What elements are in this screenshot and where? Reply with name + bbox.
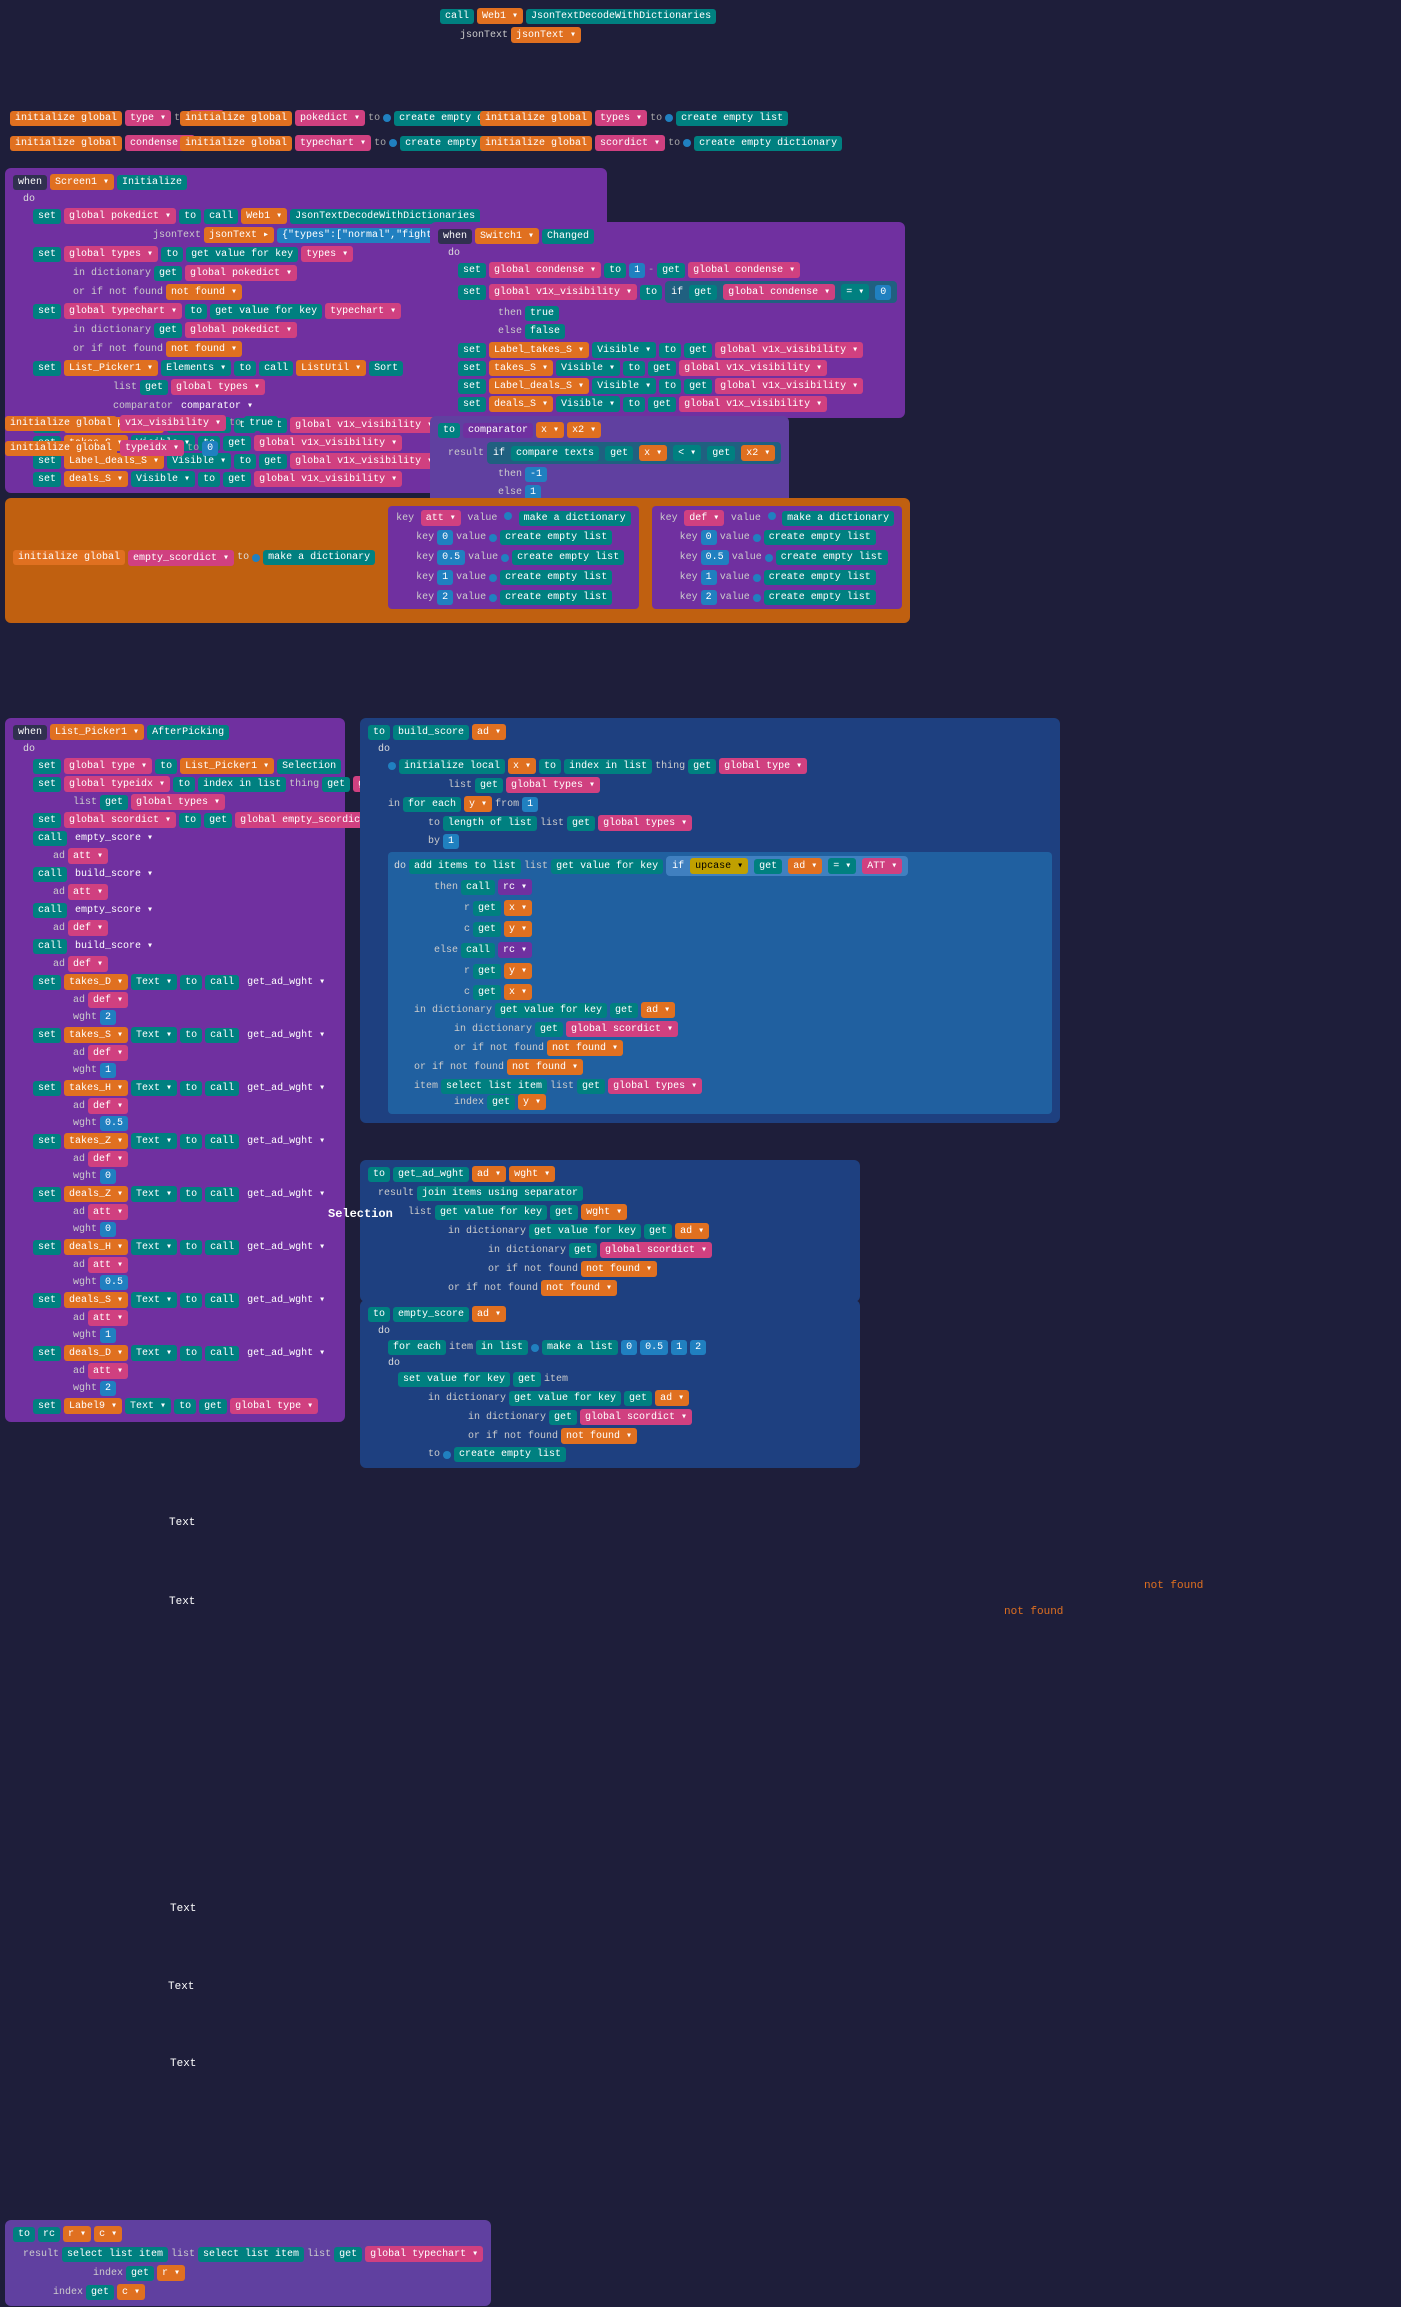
when-listpicker-block: when List_Picker1 ▾ AfterPicking do set … xyxy=(5,718,345,1422)
top-call-block: call Web1 ▾ JsonTextDecodeWithDictionari… xyxy=(440,8,716,43)
call-label: call xyxy=(440,9,474,24)
empty-scordict-block: initialize global empty_scordict ▾ to ma… xyxy=(5,498,910,623)
text-label-4: Text xyxy=(168,1981,194,1993)
method-label: JsonTextDecodeWithDictionaries xyxy=(526,9,716,24)
typechart-var: typechart ▾ xyxy=(295,135,371,151)
not-found-3: not found ▾ xyxy=(547,1040,623,1056)
init-global-scordict: initialize global scordict ▾ to create e… xyxy=(480,135,842,151)
type-var: type ▾ xyxy=(125,110,171,126)
text-label-3: Text xyxy=(169,1596,195,1608)
empty-score-fn-block: to empty_score ad ▾ do for each item in … xyxy=(360,1300,860,1468)
comparator-fn-block: to comparator x ▾ x2 ▾ result if compare… xyxy=(430,416,789,506)
selection-label: Selection xyxy=(328,1207,393,1221)
not-found-5: not found ▾ xyxy=(581,1261,657,1277)
create-empty-dict-2: create empty dictionary xyxy=(694,136,842,151)
init-global-label-condense: initialize global xyxy=(10,136,122,151)
canvas: call Web1 ▾ JsonTextDecodeWithDictionari… xyxy=(0,0,1401,2307)
init-global-label-type: initialize global xyxy=(10,111,122,126)
types-var: types ▾ xyxy=(595,110,647,126)
not-found-4: not found ▾ xyxy=(507,1059,583,1075)
init-global-types: initialize global types ▾ to create empt… xyxy=(480,110,788,126)
init-global-label-pokedict: initialize global xyxy=(180,111,292,126)
create-empty-list-1: create empty list xyxy=(676,111,788,126)
get-ad-wght-fn-block: to get_ad_wght ad ▾ wght ▾ result join i… xyxy=(360,1160,860,1302)
build-score-fn-block: to build_score ad ▾ do initialize local … xyxy=(360,718,1060,1123)
web1-label: Web1 ▾ xyxy=(477,8,523,24)
pokedict-var: pokedict ▾ xyxy=(295,110,365,126)
rc-fn-block: to rc r ▾ c ▾ result select list item li… xyxy=(5,2220,491,2306)
init-v1x-visibility: initialize global v1x_visibility ▾ to tr… xyxy=(5,415,278,431)
not-found-6: not found ▾ xyxy=(541,1280,617,1296)
text-label-1: Text xyxy=(170,2058,196,2070)
not-found-label-1: not found xyxy=(1144,1580,1203,1592)
text-label-5: Text xyxy=(170,1903,196,1915)
init-typeidx: initialize global typeidx ▾ to 0 xyxy=(5,440,218,456)
initialize-label: Initialize xyxy=(117,175,187,190)
screen1-label: Screen1 ▾ xyxy=(50,174,114,190)
not-found-7: not found ▾ xyxy=(561,1428,637,1444)
not-found-label-2: not found xyxy=(1004,1606,1063,1618)
param-label: jsonText xyxy=(460,30,508,41)
init-global-typechart: initialize global typechart ▾ to create … xyxy=(180,135,512,151)
when-switch1-block: when Switch1 ▾ Changed do set global con… xyxy=(430,222,905,418)
text-label-2: Text xyxy=(169,1517,195,1529)
scordict-var: scordict ▾ xyxy=(595,135,665,151)
jsontext-value: jsonText ▾ xyxy=(511,27,581,43)
init-global-label-scordict: initialize global xyxy=(480,136,592,151)
init-global-label-types: initialize global xyxy=(480,111,592,126)
init-global-label-typechart: initialize global xyxy=(180,136,292,151)
when-label: when xyxy=(13,175,47,190)
